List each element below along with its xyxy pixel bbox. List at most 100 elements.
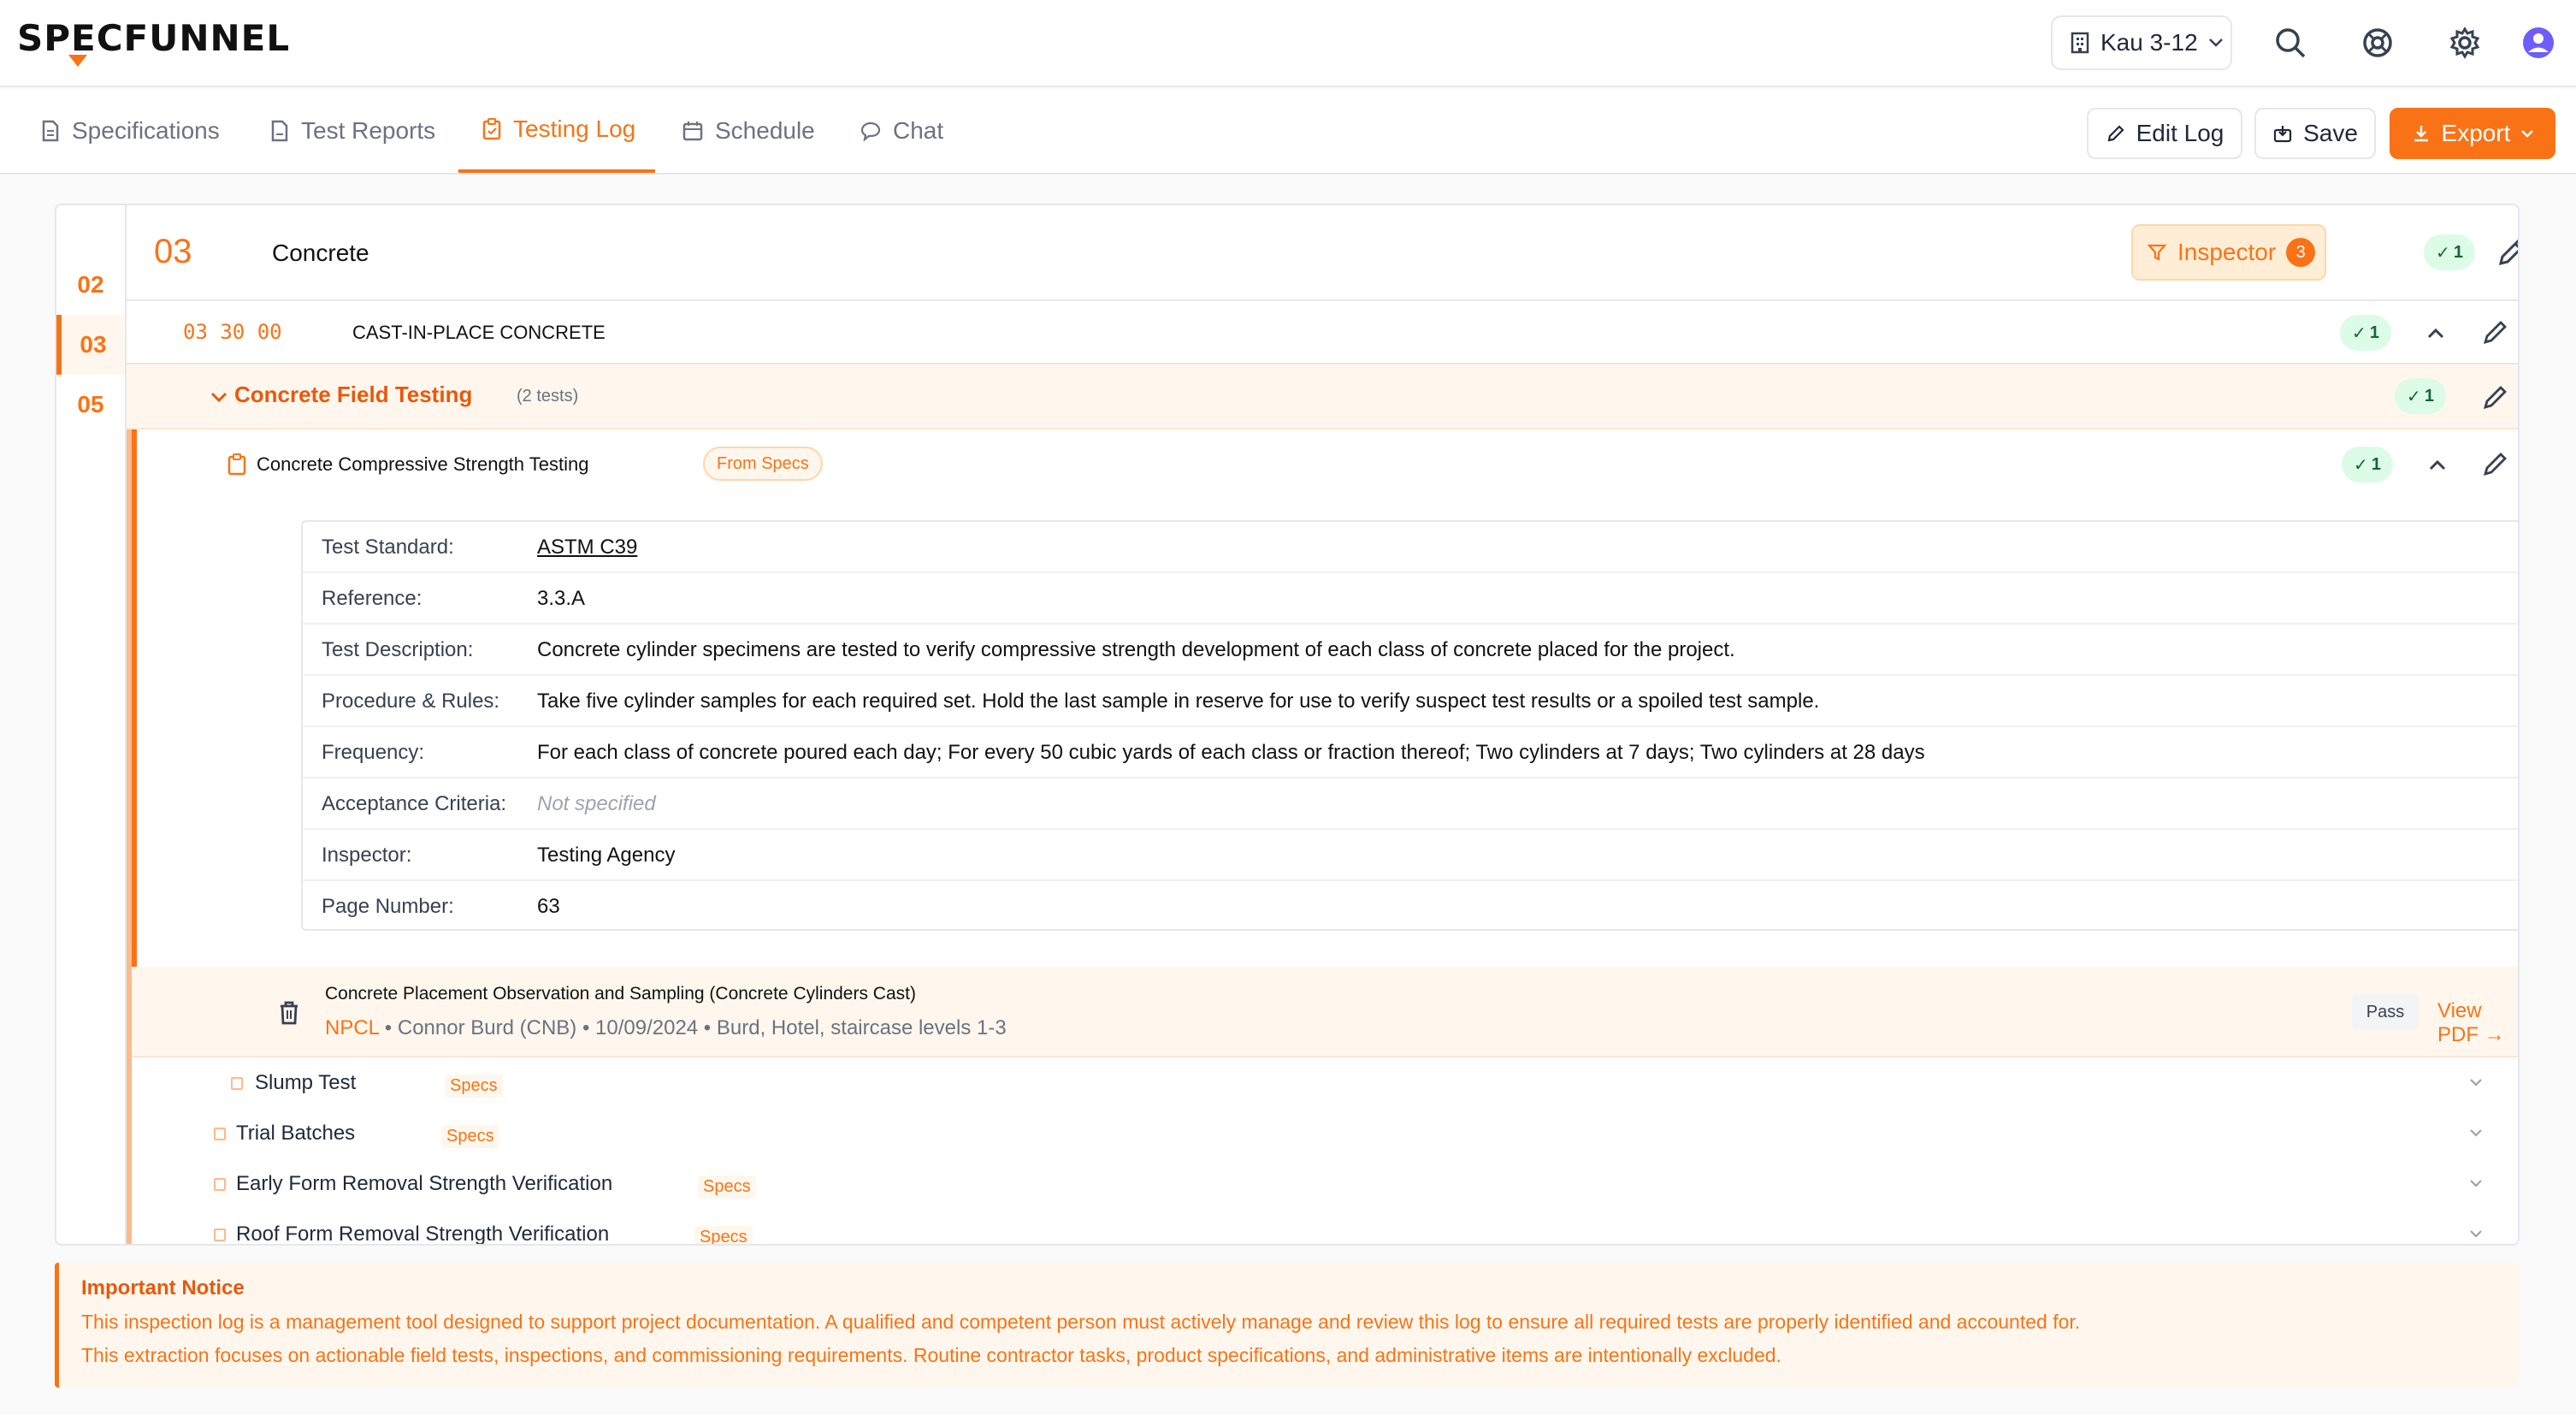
clipboard-icon — [214, 1228, 226, 1241]
edit-pencil-icon[interactable] — [2479, 315, 2513, 349]
source-tag: From Specs — [703, 447, 823, 481]
subsection-code: 03 30 00 — [183, 320, 282, 344]
check-icon: ✓ — [2354, 455, 2368, 475]
export-button[interactable]: Export — [2390, 108, 2555, 159]
tab-testing-log[interactable]: Testing Log — [458, 89, 655, 173]
detail-label: Page Number: — [322, 895, 454, 918]
detail-row-description: Test Description: Concrete cylinder spec… — [303, 625, 2518, 676]
clipboard-icon — [482, 118, 501, 140]
chevron-down-icon — [2520, 129, 2534, 138]
detail-row-page-number: Page Number: 63 — [303, 881, 2518, 932]
edit-division-pencil-icon[interactable] — [2496, 234, 2518, 269]
important-notice: Important Notice This inspection log is … — [55, 1263, 2520, 1388]
clipboard-icon — [214, 1127, 226, 1140]
download-icon — [2411, 123, 2431, 144]
detail-value: 63 — [537, 895, 560, 918]
section-nav-item-05[interactable]: 05 — [56, 375, 125, 435]
test-group-count: (2 tests) — [517, 387, 579, 406]
save-button[interactable]: Save — [2254, 108, 2376, 159]
test-title: Concrete Compressive Strength Testing — [257, 453, 589, 475]
tab-chat[interactable]: Chat — [860, 89, 943, 173]
detail-value: Take five cylinder samples for each requ… — [537, 690, 1820, 713]
section-nav-item-02[interactable]: 02 — [56, 255, 125, 315]
building-icon — [2070, 32, 2090, 54]
active-test-indicator — [132, 429, 137, 1057]
file-icon — [270, 120, 289, 142]
edit-log-button[interactable]: Edit Log — [2087, 108, 2242, 159]
test-name: Roof Form Removal Strength Verification — [236, 1223, 610, 1246]
report-meta: NPCL • Connor Burd (CNB) • 10/09/2024 • … — [325, 1016, 1007, 1040]
chevron-down-icon[interactable] — [2465, 1223, 2487, 1244]
tab-test-reports[interactable]: Test Reports — [270, 89, 435, 173]
chevron-down-icon[interactable] — [2465, 1172, 2487, 1194]
calendar-icon — [682, 121, 703, 141]
tests-list: Concrete Compressive Strength Testing Fr… — [127, 429, 2518, 1246]
search-icon[interactable] — [2272, 24, 2309, 62]
approved-count: 1 — [2424, 386, 2434, 406]
detail-row-inspector: Inspector: Testing Agency — [303, 830, 2518, 881]
clipboard-icon — [214, 1177, 226, 1191]
chevron-down-icon[interactable] — [202, 380, 236, 414]
inspector-filter-button[interactable]: Inspector 3 — [2131, 224, 2326, 281]
detail-row-test-standard: Test Standard: ASTM C39 — [303, 522, 2518, 573]
check-icon: ✓ — [2407, 387, 2421, 406]
user-avatar[interactable] — [2520, 24, 2557, 62]
tab-label: Schedule — [715, 117, 815, 144]
save-label: Save — [2303, 120, 2358, 146]
inspector-filter-label: Inspector — [2177, 239, 2277, 265]
save-icon — [2272, 123, 2293, 144]
detail-label: Frequency: — [322, 741, 425, 764]
edit-log-label: Edit Log — [2136, 120, 2224, 146]
approved-count-badge: ✓ 1 — [2340, 315, 2391, 351]
section-nav-item-03[interactable]: 03 — [56, 315, 125, 375]
source-tag: Specs — [694, 1226, 753, 1244]
detail-label: Test Standard: — [322, 536, 454, 559]
test-name: Early Form Removal Strength Verification — [236, 1172, 613, 1195]
notice-title: Important Notice — [81, 1276, 245, 1300]
test-row-trial-batches[interactable]: Trial Batches Specs — [132, 1108, 2518, 1158]
linked-report-row[interactable]: Concrete Placement Observation and Sampl… — [132, 967, 2518, 1057]
test-row-slump[interactable]: Slump Test Specs — [132, 1057, 2518, 1108]
chevron-down-icon[interactable] — [2465, 1071, 2487, 1093]
subsection-row[interactable]: 03 30 00 CAST-IN-PLACE CONCRETE ✓ 1 — [127, 301, 2518, 364]
trash-icon[interactable] — [272, 996, 306, 1030]
report-details: • Connor Burd (CNB) • 10/09/2024 • Burd,… — [379, 1016, 1007, 1039]
edit-pencil-icon[interactable] — [2479, 447, 2513, 481]
export-label: Export — [2441, 120, 2511, 146]
division-title: Concrete — [272, 240, 369, 266]
pencil-icon — [2106, 123, 2126, 144]
notice-text-2: This extraction focuses on actionable fi… — [81, 1344, 1781, 1366]
test-row-expanded[interactable]: Concrete Compressive Strength Testing Fr… — [132, 429, 2518, 501]
testing-log-card: 02 03 05 03 Concrete Inspector 3 ✓ 1 03 3… — [55, 204, 2520, 1246]
chevron-down-icon[interactable] — [2465, 1122, 2487, 1144]
status-badge: Pass — [2352, 994, 2419, 1030]
tab-specifications[interactable]: Specifications — [41, 89, 220, 173]
chat-icon — [860, 121, 881, 141]
gear-icon[interactable] — [2446, 24, 2484, 62]
help-lifebuoy-icon[interactable] — [2359, 24, 2396, 62]
report-title: Concrete Placement Observation and Sampl… — [325, 984, 916, 1004]
detail-value: Testing Agency — [537, 844, 676, 867]
test-group-row[interactable]: Concrete Field Testing (2 tests) ✓ 1 — [127, 364, 2518, 429]
test-row-roof-form-removal[interactable]: Roof Form Removal Strength Verification … — [132, 1209, 2518, 1246]
chevron-up-icon[interactable] — [2420, 448, 2455, 483]
project-selector[interactable]: Kau 3-12 — [2051, 15, 2232, 70]
source-tag: Specs — [445, 1075, 503, 1098]
division-header: 03 Concrete Inspector 3 ✓ 1 — [127, 205, 2518, 301]
approved-count: 1 — [2369, 323, 2379, 342]
test-standard-link[interactable]: ASTM C39 — [537, 536, 637, 559]
chevron-up-icon[interactable] — [2419, 317, 2453, 351]
view-pdf-link[interactable]: View PDF → — [2437, 999, 2518, 1047]
specfunnel-logo[interactable]: SPECFUNNEL — [17, 17, 290, 59]
subsection-title: CAST-IN-PLACE CONCRETE — [352, 322, 606, 343]
detail-row-reference: Reference: 3.3.A — [303, 573, 2518, 625]
edit-pencil-icon[interactable] — [2479, 380, 2513, 414]
tab-schedule[interactable]: Schedule — [682, 89, 815, 173]
test-row-early-form-removal[interactable]: Early Form Removal Strength Verification… — [132, 1158, 2518, 1209]
test-name: Trial Batches — [236, 1122, 356, 1145]
test-details-table: Test Standard: ASTM C39 Reference: 3.3.A… — [301, 520, 2518, 932]
detail-value: Not specified — [537, 792, 656, 815]
detail-label: Test Description: — [322, 638, 474, 661]
tab-label: Chat — [893, 117, 944, 144]
approved-count: 1 — [2453, 242, 2463, 262]
